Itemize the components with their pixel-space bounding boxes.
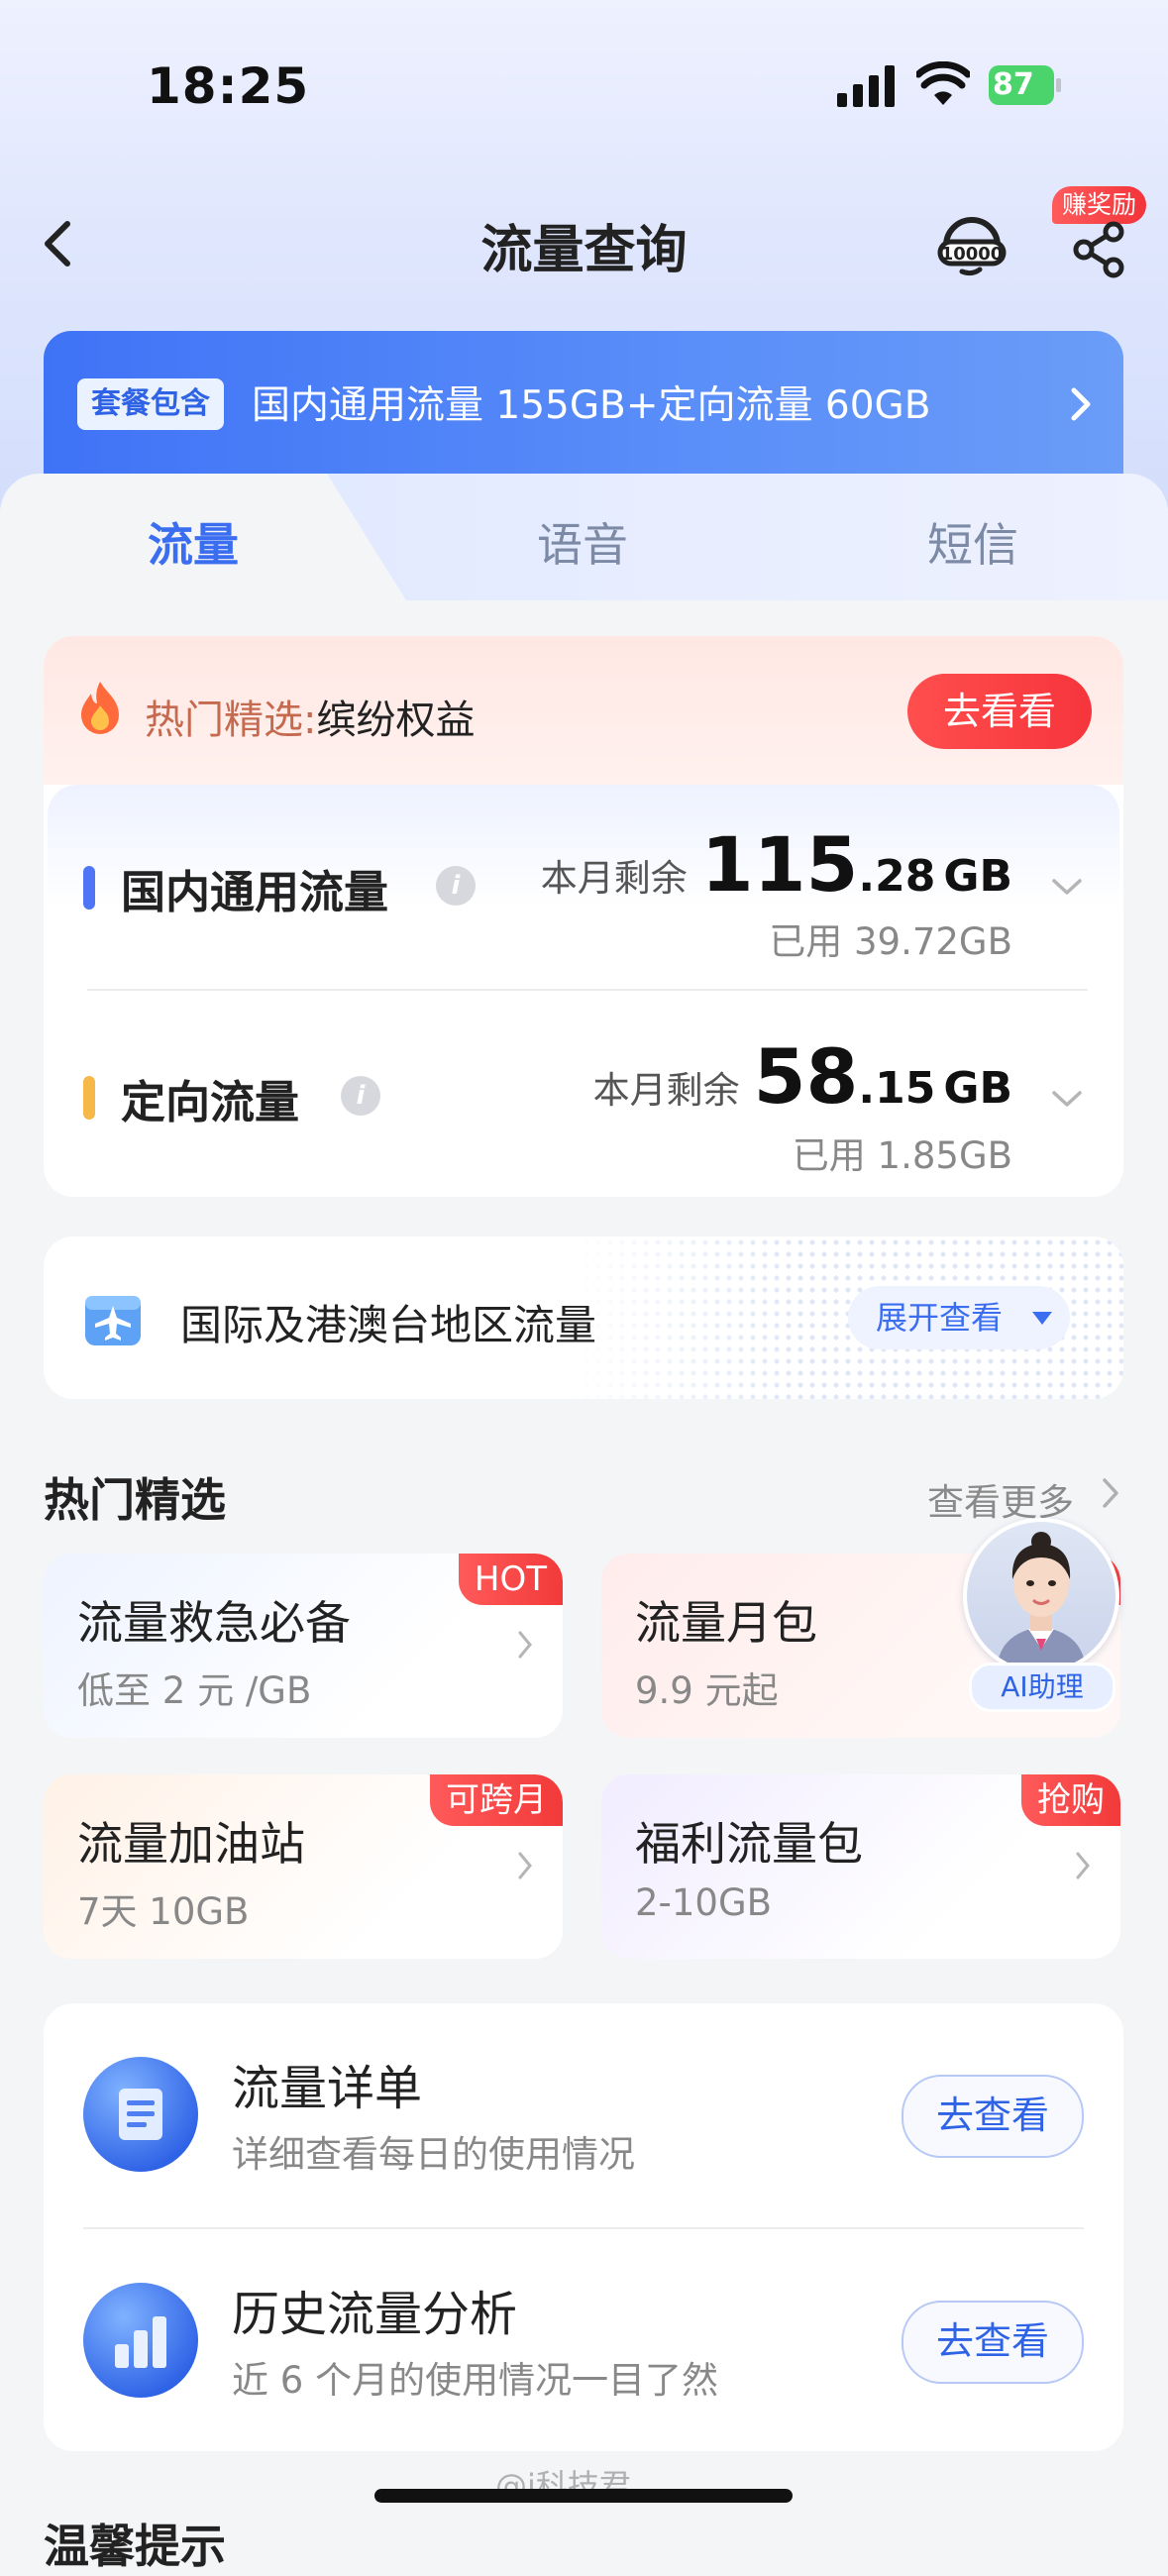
status-bar: 18:25 87 — [0, 0, 1168, 168]
section-title-hot: 热门精选 — [44, 1473, 226, 1527]
remain-unit: GB — [943, 851, 1012, 902]
wifi-icon — [916, 61, 970, 105]
promo-subtitle: 7天 10GB — [77, 1890, 250, 1933]
hot-pick-label: 热门精选:缤纷权益 — [145, 688, 475, 745]
detail-description: 详细查看每日的使用情况 — [232, 2133, 635, 2176]
chevron-right-icon — [1071, 387, 1091, 421]
remain-unit: GB — [943, 1063, 1012, 1114]
status-time: 18:25 — [147, 57, 310, 115]
tab-bar: 流量 语音 短信 — [0, 474, 1168, 600]
usage-card: 热门精选:缤纷权益 去看看 国内通用流量 i 本月剩余 115.28 GB 已用 3… — [44, 636, 1123, 1197]
airplane-icon — [85, 1296, 141, 1345]
hot-pick-name: 缤纷权益 — [316, 698, 476, 743]
chevron-down-icon[interactable] — [1050, 1088, 1084, 1110]
info-icon[interactable]: i — [436, 866, 476, 906]
hot-pick-prefix: 热门精选: — [145, 698, 317, 743]
promo-title: 流量加油站 — [77, 1817, 305, 1871]
international-label: 国际及港澳台地区流量 — [180, 1301, 597, 1349]
battery-icon: 87 — [989, 65, 1062, 105]
hot-badge: HOT — [458, 1554, 563, 1605]
info-icon[interactable]: i — [341, 1076, 380, 1116]
package-summary: 国内通用流量 155GB+定向流量 60GB — [252, 383, 931, 428]
usage-row-general[interactable]: 国内通用流量 i 本月剩余 115.28 GB 已用 39.72GB — [48, 785, 1119, 991]
chevron-down-icon[interactable] — [1050, 876, 1084, 898]
promo-subtitle: 9.9 元起 — [635, 1669, 779, 1712]
document-icon — [119, 2089, 162, 2140]
hot-pick-bar: 热门精选:缤纷权益 去看看 — [44, 636, 1123, 785]
remain-dec: .28 — [858, 851, 936, 902]
remain-int: 58 — [753, 1032, 859, 1121]
divider — [87, 989, 1088, 991]
promo-card-refuel[interactable]: 流量加油站 7天 10GB 可跨月 — [44, 1774, 563, 1959]
battery-tip — [1056, 78, 1061, 92]
usage-list: 国内通用流量 i 本月剩余 115.28 GB 已用 39.72GB 定向流量 i … — [48, 785, 1119, 1197]
chevron-right-icon[interactable] — [1102, 1476, 1119, 1510]
promo-title: 流量救急必备 — [77, 1596, 351, 1650]
row-marker — [83, 1076, 95, 1120]
tips-title: 温馨提示 — [44, 2520, 226, 2573]
remaining-amount: 本月剩余 58.15 GB — [593, 1032, 1012, 1121]
nav-bar: 流量查询 10000 赚奖励 — [0, 186, 1168, 297]
usage-name: 定向流量 — [121, 1076, 300, 1128]
ai-assistant-button[interactable]: AI助理 — [959, 1514, 1121, 1712]
chevron-right-icon — [1076, 1852, 1090, 1879]
usage-row-directed[interactable]: 定向流量 i 本月剩余 58.15 GB 已用 1.85GB — [48, 993, 1119, 1191]
chevron-right-icon — [518, 1631, 532, 1659]
detail-description: 近 6 个月的使用情况一目了然 — [232, 2359, 719, 2402]
remain-dec: .15 — [858, 1063, 936, 1114]
tab-sms[interactable]: 短信 — [854, 509, 1092, 575]
row-marker — [83, 866, 95, 910]
expand-view-button[interactable]: 展开查看 — [848, 1286, 1070, 1349]
cross-month-badge: 可跨月 — [430, 1774, 563, 1826]
svg-text:10000: 10000 — [941, 244, 1004, 265]
international-roaming-card[interactable]: 国际及港澳台地区流量 展开查看 — [44, 1236, 1123, 1399]
cellular-signal-icon — [837, 65, 895, 107]
remain-label: 本月剩余 — [540, 857, 688, 900]
detail-row-history[interactable]: 历史流量分析 近 6 个月的使用情况一目了然 去查看 — [44, 2229, 1123, 2453]
expand-view-label: 展开查看 — [876, 1299, 1004, 1337]
ai-assistant-label: AI助理 — [969, 1663, 1115, 1712]
tab-traffic[interactable]: 流量 — [74, 509, 312, 575]
caret-down-icon — [1032, 1312, 1052, 1325]
detail-title: 历史流量分析 — [232, 2287, 518, 2342]
package-tag: 套餐包含 — [77, 378, 224, 430]
detail-row-usage-list[interactable]: 流量详单 详细查看每日的使用情况 去查看 — [44, 2003, 1123, 2229]
promo-subtitle: 2-10GB — [635, 1881, 773, 1924]
usage-detail-icon — [83, 2057, 198, 2172]
fire-icon — [81, 682, 119, 734]
home-indicator[interactable] — [374, 2489, 793, 2503]
chevron-right-icon — [518, 1852, 532, 1879]
remain-label: 本月剩余 — [592, 1069, 740, 1112]
detail-card: 流量详单 详细查看每日的使用情况 去查看 历史流量分析 近 6 个月的使用情况一… — [44, 2003, 1123, 2451]
bar-chart-icon — [115, 2316, 166, 2368]
detail-title: 流量详单 — [232, 2061, 423, 2116]
assistant-portrait — [997, 1532, 1086, 1670]
go-see-button[interactable]: 去看看 — [907, 674, 1092, 749]
used-amount: 已用 1.85GB — [792, 1134, 1012, 1177]
history-analysis-icon — [83, 2283, 198, 2398]
promo-title: 流量月包 — [635, 1596, 817, 1650]
promo-subtitle: 低至 2 元 /GB — [77, 1669, 312, 1712]
view-usage-list-button[interactable]: 去查看 — [902, 2075, 1084, 2158]
remain-int: 115 — [700, 820, 859, 909]
usage-name: 国内通用流量 — [121, 866, 389, 918]
promo-title: 福利流量包 — [635, 1817, 863, 1871]
assistant-avatar — [963, 1518, 1119, 1674]
used-amount: 已用 39.72GB — [769, 920, 1012, 963]
tab-voice[interactable]: 语音 — [464, 509, 701, 575]
promo-card-emergency[interactable]: 流量救急必备 低至 2 元 /GB HOT — [44, 1554, 563, 1738]
promo-card-welfare[interactable]: 福利流量包 2-10GB 抢购 — [601, 1774, 1120, 1959]
package-banner[interactable]: 套餐包含 国内通用流量 155GB+定向流量 60GB — [44, 331, 1123, 480]
customer-service-icon[interactable]: 10000 — [936, 210, 1008, 277]
remaining-amount: 本月剩余 115.28 GB — [541, 820, 1012, 909]
share-icon[interactable] — [1072, 218, 1127, 279]
view-history-button[interactable]: 去查看 — [902, 2301, 1084, 2384]
rush-buy-badge: 抢购 — [1021, 1774, 1120, 1826]
battery-level: 87 — [989, 65, 1054, 105]
